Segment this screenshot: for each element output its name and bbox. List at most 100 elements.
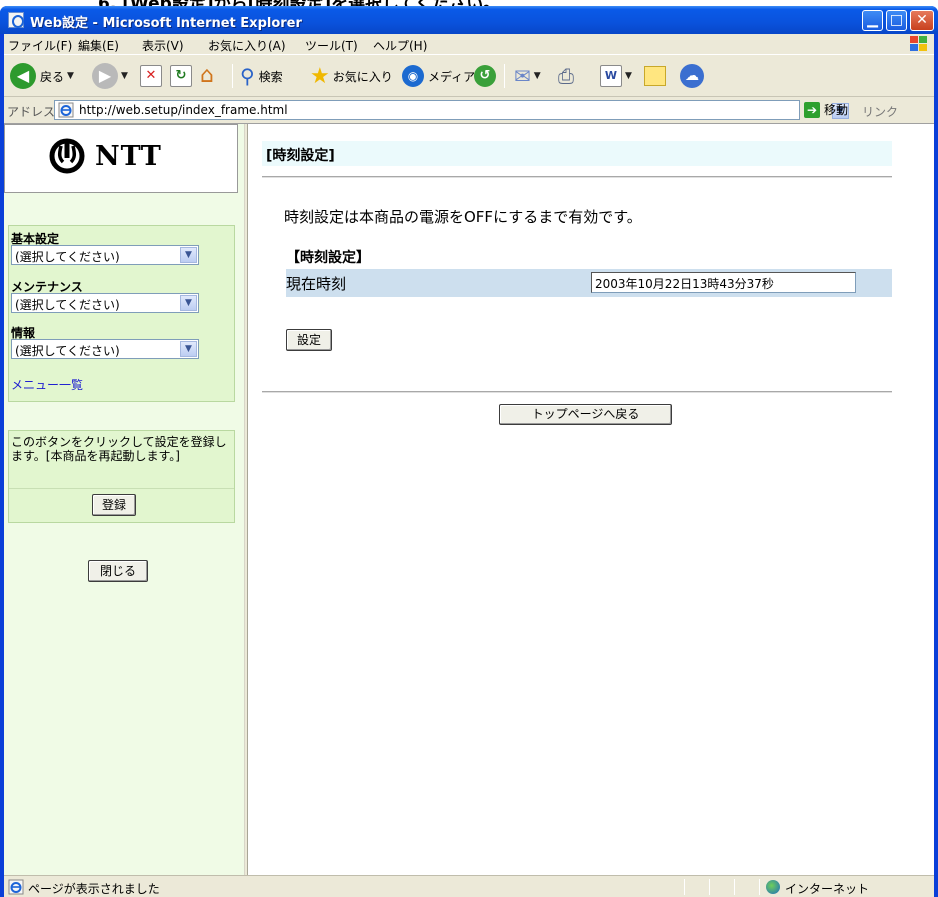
settings-menu-panel: 基本設定 (選択してください) ▼ メンテナンス (選択してください) ▼ 情報… [8,225,235,402]
info-select[interactable]: (選択してください) ▼ [11,339,199,359]
search-button[interactable]: ⚲ 検索 [240,61,283,91]
forward-dropdown-icon[interactable]: ▼ [121,71,128,81]
page-title-bar: [時刻設定] [262,141,892,166]
ie-page-icon [8,879,24,895]
register-button[interactable]: 登録 [92,494,136,516]
media-label: メディア [428,69,476,84]
set-button[interactable]: 設定 [286,329,332,351]
divider [262,391,892,393]
ntt-logo: NTT [4,124,238,193]
current-time-field[interactable]: 2003年10月22日13時43分37秒 [591,272,856,293]
links-button[interactable]: リンク [862,103,898,120]
go-arrow-icon: ➔ [804,101,820,118]
mail-icon: ✉ [514,64,531,88]
notice-text: 時刻設定は本商品の電源をOFFにするまで有効です。 [284,208,642,226]
back-label: 戻る [40,69,65,84]
register-description: このボタンをクリックして設定を登録します。[本商品を再起動します。] [11,435,227,463]
current-time-row: 現在時刻 2003年10月22日13時43分37秒 [286,269,892,297]
sidebar-frame: NTT 基本設定 (選択してください) ▼ メンテナンス (選択してください) … [4,124,244,876]
media-button[interactable]: ◉ メディア [402,61,475,91]
close-icon: ✕ [916,12,928,28]
minimize-icon: ▁ [867,12,878,28]
menu-edit[interactable]: 編集(E) [78,37,119,54]
select-value: (選択してください) [15,250,120,264]
register-panel: このボタンをクリックして設定を登録します。[本商品を再起動します。] 登録 [8,430,235,523]
history-button[interactable]: ↺ [474,61,496,91]
forward-button[interactable]: ▶ ▼ [92,61,128,91]
media-globe-icon: ◉ [402,65,424,87]
print-button[interactable]: ⎙ [558,61,574,91]
ntt-logo-icon [47,136,87,176]
top-page-button[interactable]: トップページへ戻る [499,404,672,425]
current-time-label: 現在時刻 [286,275,347,293]
menu-help[interactable]: ヘルプ(H) [373,37,427,54]
maintenance-select[interactable]: (選択してください) ▼ [11,293,199,313]
stop-icon: ✕ [140,65,162,87]
close-window-button[interactable]: ✕ [910,10,934,31]
printer-icon: ⎙ [558,64,574,88]
maximize-button[interactable]: □ [886,10,907,31]
search-icon: ⚲ [240,64,255,88]
select-value: (選択してください) [15,344,120,358]
ie-page-icon [58,102,74,118]
mail-button[interactable]: ✉ ▼ [514,61,541,91]
go-label: 移動 [824,103,849,117]
page-content: NTT 基本設定 (選択してください) ▼ メンテナンス (選択してください) … [4,123,934,876]
refresh-button[interactable]: ↻ [170,61,192,91]
select-value: (選択してください) [15,298,120,312]
menu-tools[interactable]: ツール(T) [305,37,358,54]
back-button[interactable]: ◀ 戻る ▼ [10,61,74,91]
toolbar: ◀ 戻る ▼ ▶ ▼ ✕ ↻ ⌂ ⚲ 検索 ★ お気に入り ◉ メディア ↺ ✉… [4,56,934,97]
stop-button[interactable]: ✕ [140,61,162,91]
word-edit-icon: W [600,65,622,87]
messenger-button[interactable]: ☁ [680,61,704,91]
favorites-label: お気に入り [332,69,393,84]
menu-file[interactable]: ファイル(F) [8,37,72,54]
address-input[interactable]: http://web.setup/index_frame.html ▼ [54,100,849,120]
refresh-icon: ↻ [170,65,192,87]
search-label: 検索 [258,69,283,84]
page-title: [時刻設定] [266,148,335,164]
minimize-button[interactable]: ▁ [862,10,883,31]
menu-favorites[interactable]: お気に入り(A) [208,37,286,54]
edit-dropdown-icon[interactable]: ▼ [625,71,632,81]
window-body: ファイル(F) 編集(E) 表示(V) お気に入り(A) ツール(T) ヘルプ(… [4,34,934,897]
main-frame: [時刻設定] 時刻設定は本商品の電源をOFFにするまで有効です。 【時刻設定】 … [248,124,934,876]
title-bar[interactable]: Web設定 - Microsoft Internet Explorer ▁ □ … [0,6,938,34]
section-heading: 【時刻設定】 [286,250,370,266]
favorites-button[interactable]: ★ お気に入り [310,61,393,91]
internet-zone-icon [766,880,780,894]
forward-arrow-icon: ▶ [92,63,118,89]
divider [262,176,892,178]
address-bar: アドレス(D) http://web.setup/index_frame.htm… [4,98,934,122]
discuss-button[interactable] [644,61,666,91]
register-divider [9,488,234,489]
messenger-icon: ☁ [680,64,704,88]
home-button[interactable]: ⌂ [200,61,226,91]
favorites-star-icon: ★ [310,63,330,89]
menu-view[interactable]: 表示(V) [142,37,184,54]
status-bar: ページが表示されました インターネット [4,875,934,897]
chevron-down-icon: ▼ [180,295,197,311]
browser-window: Web設定 - Microsoft Internet Explorer ▁ □ … [0,6,938,897]
back-arrow-icon: ◀ [10,63,36,89]
note-icon [644,66,666,86]
basic-settings-select[interactable]: (選択してください) ▼ [11,245,199,265]
windows-logo-icon [910,36,928,52]
menu-bar: ファイル(F) 編集(E) 表示(V) お気に入り(A) ツール(T) ヘルプ(… [4,34,934,55]
close-button[interactable]: 閉じる [88,560,148,582]
mail-dropdown-icon[interactable]: ▼ [534,71,541,81]
go-button[interactable]: ➔ 移動 [804,101,848,118]
edit-button[interactable]: W ▼ [600,61,632,91]
history-icon: ↺ [474,65,496,87]
chevron-down-icon: ▼ [180,341,197,357]
home-icon: ⌂ [200,63,214,88]
window-title: Web設定 - Microsoft Internet Explorer [30,16,302,31]
ie-page-icon [8,12,24,28]
address-url: http://web.setup/index_frame.html [79,103,288,117]
menu-list-link[interactable]: メニュー一覧 [11,376,83,393]
back-dropdown-icon[interactable]: ▼ [67,71,74,81]
chevron-down-icon: ▼ [180,247,197,263]
ntt-logo-text: NTT [95,141,162,172]
maximize-icon: □ [889,12,904,28]
